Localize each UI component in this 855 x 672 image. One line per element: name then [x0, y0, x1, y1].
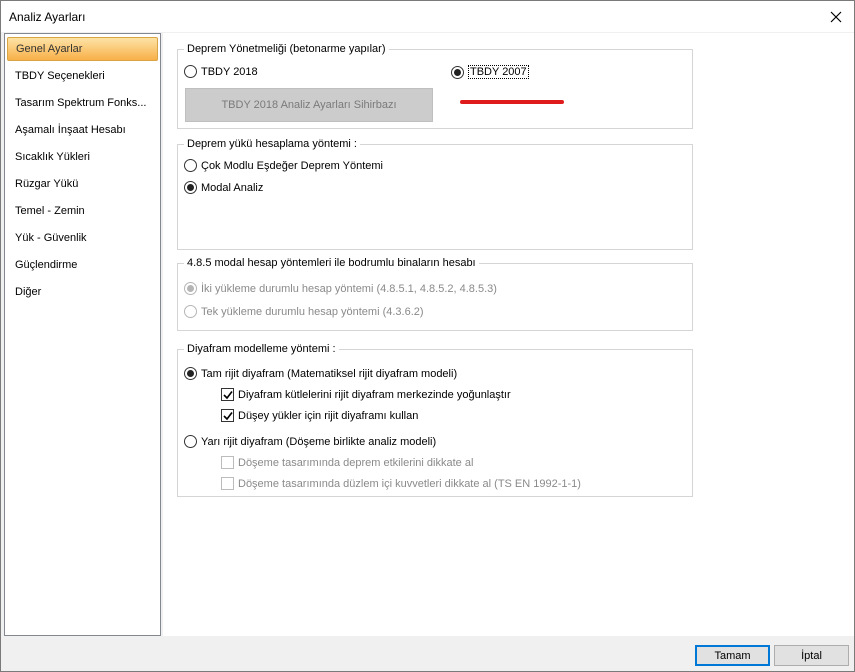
radio-circle-disabled	[184, 305, 197, 318]
checkmark-icon	[222, 411, 233, 420]
radio-circle-checked-disabled	[184, 282, 197, 295]
bodrum-legend: 4.8.5 modal hesap yöntemleri ile bodruml…	[184, 257, 479, 269]
radio-iki-yukleme-label: İki yükleme durumlu hesap yöntemi (4.8.5…	[201, 282, 497, 295]
sidebar: Genel Ayarlar TBDY Seçenekleri Tasarım S…	[4, 33, 161, 636]
checkmark-icon	[222, 390, 233, 399]
sidebar-item-tasarim-spektrum[interactable]: Tasarım Spektrum Fonks...	[7, 91, 158, 115]
close-icon	[830, 11, 842, 22]
diyafram-legend: Diyafram modelleme yöntemi :	[184, 343, 339, 355]
checkbox-deprem-etkileri[interactable]: Döşeme tasarımında deprem etkilerini dik…	[221, 456, 473, 469]
sidebar-item-yuk-guvenlik[interactable]: Yük - Güvenlik	[7, 226, 158, 250]
radio-circle-checked	[184, 181, 197, 194]
radio-circle	[184, 65, 197, 78]
checkbox-duzlem-ici-label: Döşeme tasarımında düzlem içi kuvvetleri…	[238, 477, 581, 490]
deprem-yuku-group: Deprem yükü hesaplama yöntemi : Çok Modl…	[177, 138, 693, 250]
window-title: Analiz Ayarları	[9, 10, 86, 24]
close-button[interactable]	[818, 1, 854, 32]
tbdy-2018-wizard-button[interactable]: TBDY 2018 Analiz Ayarları Sihirbazı	[185, 88, 433, 122]
radio-circle-checked	[184, 367, 197, 380]
sidebar-item-guclendirme[interactable]: Güçlendirme	[7, 253, 158, 277]
radio-modal-analiz-label: Modal Analiz	[201, 181, 264, 194]
checkbox-diyafram-kutleleri[interactable]: Diyafram kütlelerini rijit diyafram merk…	[221, 388, 511, 401]
cancel-button[interactable]: İptal	[774, 645, 849, 666]
settings-panel: Deprem Yönetmeliği (betonarme yapılar) T…	[163, 33, 854, 636]
red-underline-annotation	[460, 100, 564, 104]
ok-button[interactable]: Tamam	[695, 645, 770, 666]
radio-circle	[184, 159, 197, 172]
checkbox-diyafram-kutleleri-label: Diyafram kütlelerini rijit diyafram merk…	[238, 388, 511, 401]
deprem-yonetmeligi-legend: Deprem Yönetmeliği (betonarme yapılar)	[184, 43, 389, 55]
diyafram-group: Diyafram modelleme yöntemi : Tam rijit d…	[177, 343, 693, 497]
checkbox-dusey-yukler[interactable]: Düşey yükler için rijit diyaframı kullan	[221, 409, 418, 422]
checkbox-box-checked	[221, 409, 234, 422]
deprem-yonetmeligi-group: Deprem Yönetmeliği (betonarme yapılar) T…	[177, 43, 693, 129]
radio-tam-rijit-label: Tam rijit diyafram (Matematiksel rijit d…	[201, 367, 458, 380]
sidebar-item-asamali-insaat[interactable]: Aşamalı İnşaat Hesabı	[7, 118, 158, 142]
sidebar-item-ruzgar-yuku[interactable]: Rüzgar Yükü	[7, 172, 158, 196]
radio-modal-analiz[interactable]: Modal Analiz	[184, 181, 263, 194]
bodrum-group: 4.8.5 modal hesap yöntemleri ile bodruml…	[177, 257, 693, 331]
sidebar-item-tbdy-secenekleri[interactable]: TBDY Seçenekleri	[7, 64, 158, 88]
checkbox-box-disabled	[221, 456, 234, 469]
title-bar: Analiz Ayarları	[1, 1, 854, 32]
radio-circle-checked	[451, 65, 464, 79]
sidebar-item-diger[interactable]: Diğer	[7, 280, 158, 304]
radio-tbdy-2018[interactable]: TBDY 2018	[184, 65, 258, 78]
sidebar-item-temel-zemin[interactable]: Temel - Zemin	[7, 199, 158, 223]
checkbox-dusey-yukler-label: Düşey yükler için rijit diyaframı kullan	[238, 409, 419, 422]
sidebar-item-genel-ayarlar[interactable]: Genel Ayarlar	[7, 37, 158, 61]
radio-cok-modlu-label: Çok Modlu Eşdeğer Deprem Yöntemi	[201, 159, 383, 172]
dialog-window: Analiz Ayarları Genel Ayarlar TBDY Seçen…	[0, 0, 855, 672]
checkbox-duzlem-ici[interactable]: Döşeme tasarımında düzlem içi kuvvetleri…	[221, 477, 581, 490]
deprem-yuku-legend: Deprem yükü hesaplama yöntemi :	[184, 138, 360, 150]
radio-iki-yukleme[interactable]: İki yükleme durumlu hesap yöntemi (4.8.5…	[184, 282, 497, 295]
radio-cok-modlu[interactable]: Çok Modlu Eşdeğer Deprem Yöntemi	[184, 159, 383, 172]
checkbox-deprem-etkileri-label: Döşeme tasarımında deprem etkilerini dik…	[238, 456, 474, 469]
radio-yari-rijit-label: Yarı rijit diyafram (Döşeme birlikte ana…	[201, 435, 437, 448]
radio-circle	[184, 435, 197, 448]
sidebar-item-sicaklik-yukleri[interactable]: Sıcaklık Yükleri	[7, 145, 158, 169]
checkbox-box-checked	[221, 388, 234, 401]
radio-tek-yukleme-label: Tek yükleme durumlu hesap yöntemi (4.3.6…	[201, 305, 424, 318]
radio-tbdy-2018-label: TBDY 2018	[201, 65, 258, 78]
radio-tam-rijit[interactable]: Tam rijit diyafram (Matematiksel rijit d…	[184, 367, 457, 380]
checkbox-box-disabled	[221, 477, 234, 490]
radio-tbdy-2007[interactable]: TBDY 2007	[451, 65, 529, 79]
radio-tek-yukleme[interactable]: Tek yükleme durumlu hesap yöntemi (4.3.6…	[184, 305, 424, 318]
radio-yari-rijit[interactable]: Yarı rijit diyafram (Döşeme birlikte ana…	[184, 435, 436, 448]
radio-tbdy-2007-label: TBDY 2007	[468, 65, 529, 79]
